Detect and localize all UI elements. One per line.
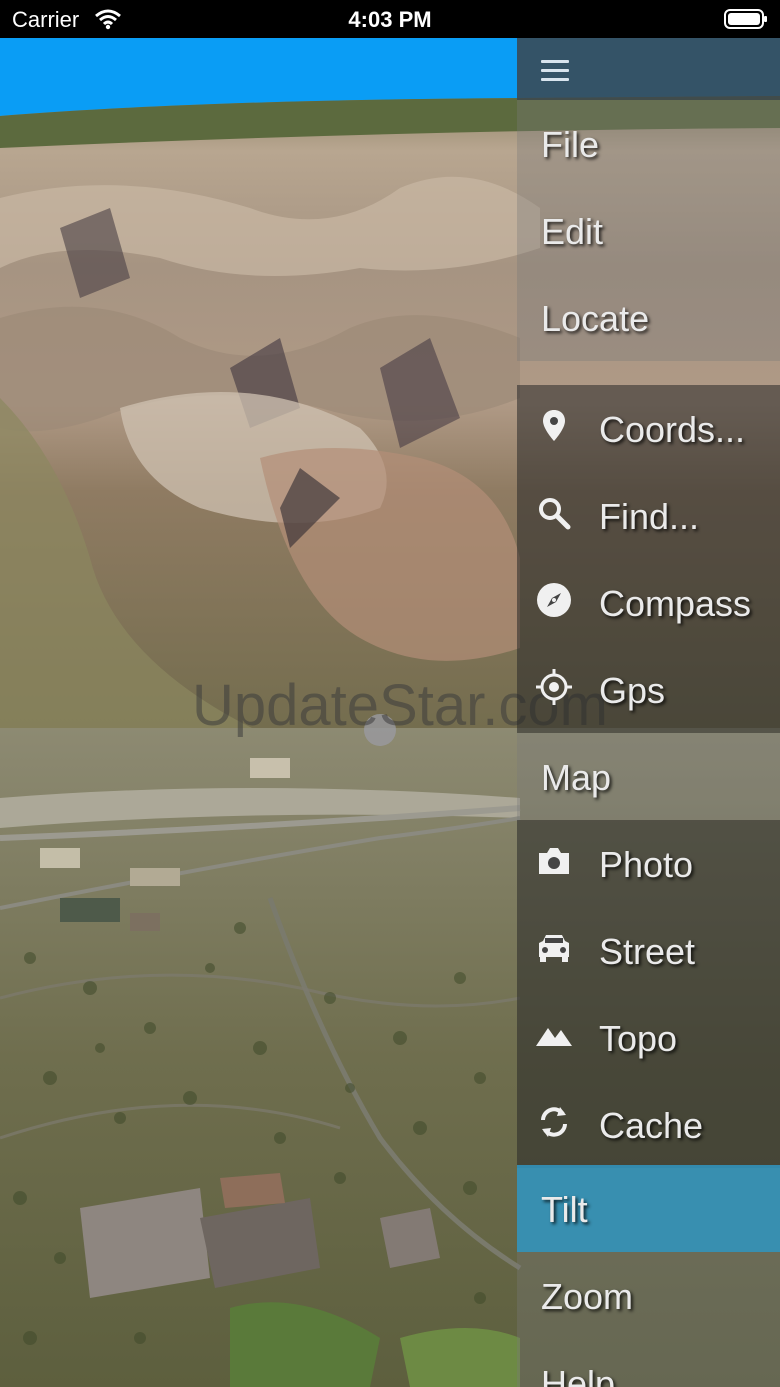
menu-item-label: Photo [599, 844, 694, 885]
menu-item-gps[interactable]: Gps [517, 646, 780, 733]
camera-icon [539, 848, 569, 874]
menu-item-label: Map [541, 757, 612, 798]
menu-item-file[interactable]: File [517, 100, 780, 187]
compass-icon [537, 583, 571, 617]
menu-item-edit[interactable]: Edit [517, 187, 780, 274]
menu-item-label: Edit [541, 211, 604, 252]
menu-item-tilt[interactable]: Tilt [517, 1165, 780, 1252]
menu-item-map[interactable]: Map [517, 733, 780, 820]
menu-item-label: Street [599, 931, 696, 972]
menu-item-label: Zoom [541, 1276, 634, 1317]
menu-item-photo[interactable]: Photo [517, 820, 780, 907]
menu-item-label: Compass [599, 583, 752, 624]
menu-item-street[interactable]: Street [517, 907, 780, 994]
menu-item-label: Coords... [599, 409, 746, 450]
menu-item-label: Help [541, 1363, 616, 1387]
menu-item-find[interactable]: Find... [517, 472, 780, 559]
menu-item-label: Topo [599, 1018, 678, 1059]
side-menu: File Edit Locate Coords... Find... Compa… [517, 38, 780, 1387]
battery-icon [724, 9, 767, 29]
map-pin-icon [543, 410, 565, 441]
menu-item-label: Locate [541, 298, 650, 339]
refresh-icon [541, 1107, 567, 1137]
menu-item-zoom[interactable]: Zoom [517, 1252, 780, 1339]
status-bar: Carrier 4:03 PM [0, 0, 780, 38]
menu-item-label: Tilt [541, 1189, 588, 1230]
menu-item-label: File [541, 124, 600, 165]
menu-item-label: Find... [599, 496, 700, 537]
car-icon [539, 935, 569, 962]
menu-item-topo[interactable]: Topo [517, 994, 780, 1081]
menu-item-label: Cache [599, 1105, 704, 1146]
menu-item-locate[interactable]: Locate [517, 274, 780, 361]
gps-target-icon [536, 669, 572, 705]
menu-icon [541, 60, 569, 84]
menu-item-label: Gps [599, 670, 666, 711]
menu-toggle-button[interactable] [517, 38, 780, 100]
mountain-icon [536, 1028, 572, 1046]
menu-item-coords[interactable]: Coords... [517, 385, 780, 472]
clock: 4:03 PM [348, 7, 432, 32]
search-icon [539, 498, 571, 530]
menu-item-cache[interactable]: Cache [517, 1081, 780, 1168]
menu-item-help[interactable]: Help [517, 1339, 780, 1387]
menu-item-compass[interactable]: Compass [517, 559, 780, 646]
